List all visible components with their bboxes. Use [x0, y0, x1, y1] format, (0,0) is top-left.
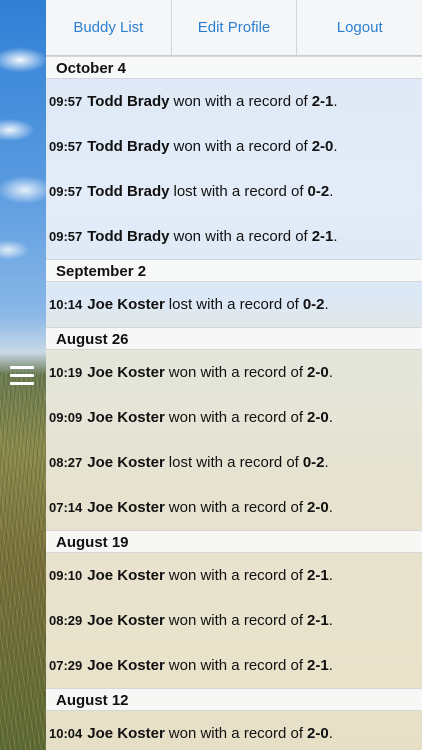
section-header-date: August 19: [46, 530, 422, 553]
match-result-text: won with a record of: [173, 228, 308, 245]
sentence-period: .: [328, 725, 333, 742]
list-item[interactable]: 09:57 Todd Brady won with a record of 2-0.: [46, 124, 422, 169]
logout-button[interactable]: Logout: [297, 0, 422, 55]
player-name: Joe Koster: [87, 296, 165, 313]
match-time: 09:57: [49, 184, 83, 199]
match-time: 09:57: [49, 94, 83, 109]
player-name: Joe Koster: [87, 567, 165, 584]
section-header-date: October 4: [46, 56, 422, 79]
match-time: 07:14: [49, 500, 83, 515]
section-header-date: August 26: [46, 327, 422, 350]
list-item[interactable]: 07:14 Joe Koster won with a record of 2-0.: [46, 485, 422, 530]
player-name: Todd Brady: [87, 138, 170, 155]
match-result-text: won with a record of: [168, 499, 304, 516]
sentence-period: .: [328, 409, 333, 426]
match-record: 2-0: [307, 499, 329, 516]
match-record: 2-1: [307, 567, 329, 584]
edit-profile-button[interactable]: Edit Profile: [172, 0, 298, 55]
history-panel: Buddy List Edit Profile Logout October 4…: [46, 0, 422, 750]
menu-bar: [10, 374, 34, 377]
sentence-period: .: [324, 454, 329, 471]
sentence-period: .: [328, 612, 333, 629]
player-name: Joe Koster: [87, 454, 165, 471]
sentence-period: .: [328, 657, 333, 674]
section-header-date: September 2: [46, 259, 422, 282]
player-name: Joe Koster: [87, 364, 165, 381]
match-record: 2-1: [311, 228, 334, 245]
match-result-text: won with a record of: [168, 657, 304, 674]
list-item[interactable]: 07:29 Joe Koster won with a record of 2-1.: [46, 643, 422, 688]
game-history-list[interactable]: October 4 09:57 Todd Brady won with a recor…: [46, 56, 422, 750]
match-time: 08:29: [49, 613, 83, 628]
sentence-period: .: [328, 364, 333, 381]
match-record: 2-1: [307, 612, 329, 629]
player-name: Joe Koster: [87, 612, 165, 629]
match-time: 08:27: [49, 455, 83, 470]
match-result-text: won with a record of: [168, 612, 304, 629]
match-time: 10:04: [49, 726, 83, 741]
buddy-list-button[interactable]: Buddy List: [46, 0, 172, 55]
match-result-text: lost with a record of: [168, 454, 299, 471]
sentence-period: .: [329, 183, 334, 200]
match-time: 09:57: [49, 229, 83, 244]
background-grass: [0, 372, 46, 750]
sentence-period: .: [333, 138, 338, 155]
match-time: 10:19: [49, 365, 83, 380]
list-item[interactable]: 09:57 Todd Brady won with a record of 2-1.: [46, 79, 422, 124]
sentence-period: .: [324, 296, 329, 313]
sentence-period: .: [333, 228, 338, 245]
match-result-text: won with a record of: [168, 725, 304, 742]
match-record: 2-1: [307, 657, 329, 674]
list-item[interactable]: 09:09 Joe Koster won with a record of 2-0.: [46, 395, 422, 440]
match-time: 10:14: [49, 297, 83, 312]
match-result-text: lost with a record of: [173, 183, 304, 200]
list-item[interactable]: 10:04 Joe Koster won with a record of 2-0.: [46, 711, 422, 750]
section-header-date: August 12: [46, 688, 422, 711]
player-name: Todd Brady: [87, 93, 170, 110]
player-name: Joe Koster: [87, 409, 165, 426]
list-item[interactable]: 10:19 Joe Koster won with a record of 2-0.: [46, 350, 422, 395]
top-nav: Buddy List Edit Profile Logout: [46, 0, 422, 56]
list-item[interactable]: 08:29 Joe Koster won with a record of 2-1.: [46, 598, 422, 643]
match-result-text: won with a record of: [168, 409, 304, 426]
match-record: 2-0: [311, 138, 334, 155]
match-record: 0-2: [307, 183, 330, 200]
match-time: 09:57: [49, 139, 83, 154]
sentence-period: .: [328, 499, 333, 516]
match-record: 2-0: [307, 725, 329, 742]
match-record: 0-2: [302, 296, 325, 313]
list-item[interactable]: 09:10 Joe Koster won with a record of 2-1.: [46, 553, 422, 598]
match-result-text: won with a record of: [168, 364, 304, 381]
player-name: Joe Koster: [87, 725, 165, 742]
list-item[interactable]: 08:27 Joe Koster lost with a record of 0-2.: [46, 440, 422, 485]
sentence-period: .: [333, 93, 338, 110]
list-item[interactable]: 10:14 Joe Koster lost with a record of 0-2.: [46, 282, 422, 327]
player-name: Joe Koster: [87, 657, 165, 674]
match-result-text: won with a record of: [168, 567, 304, 584]
match-record: 0-2: [302, 454, 325, 471]
list-item[interactable]: 09:57 Todd Brady lost with a record of 0-2.: [46, 169, 422, 214]
match-result-text: lost with a record of: [168, 296, 299, 313]
menu-bar: [10, 366, 34, 369]
player-name: Joe Koster: [87, 499, 165, 516]
player-name: Todd Brady: [87, 183, 170, 200]
match-result-text: won with a record of: [173, 138, 308, 155]
match-record: 2-0: [307, 409, 329, 426]
list-item[interactable]: 09:57 Todd Brady won with a record of 2-1.: [46, 214, 422, 259]
match-time: 09:09: [49, 410, 83, 425]
match-time: 07:29: [49, 658, 83, 673]
match-result-text: won with a record of: [173, 93, 308, 110]
match-time: 09:10: [49, 568, 83, 583]
match-record: 2-1: [311, 93, 334, 110]
menu-bar: [10, 382, 34, 385]
player-name: Todd Brady: [87, 228, 170, 245]
match-record: 2-0: [307, 364, 329, 381]
hamburger-menu-icon[interactable]: [10, 366, 34, 386]
sentence-period: .: [328, 567, 333, 584]
